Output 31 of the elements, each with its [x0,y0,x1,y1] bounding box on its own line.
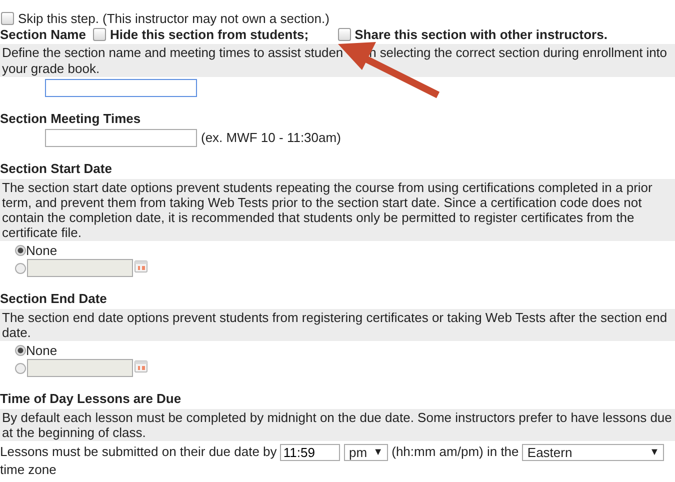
radio-button[interactable] [15,344,26,356]
time-field[interactable]: 11:59 [280,444,340,462]
radio-label: None [26,342,58,358]
checkbox[interactable] [92,28,106,40]
radio-label: None [26,242,58,258]
description-text: your grade book. [2,61,100,76]
section-title: Section Name [0,26,86,42]
checkbox[interactable] [338,28,351,40]
sentence-text: Lessons must be submitted on their due date by [0,444,277,459]
dropdown[interactable]: Eastern ▼ [522,444,664,462]
description-text: By default each lesson must be completed by midnight on the due date. Some instructors prefer to have lessons due at the beginning of class. [1,409,673,441]
checkbox-label: Skip this step. (This instructor may not own a section.) [18,10,330,26]
meeting-times-field[interactable] [45,129,197,147]
calendar-icon[interactable] [134,359,148,373]
checkbox-label: Hide this section from students; [110,26,309,42]
section-title: Time of Day Lessons are Due [0,391,182,407]
checkbox-label: Share this section with other instructors. [354,26,608,42]
checkbox[interactable] [1,12,14,24]
dropdown[interactable]: pm ▼ [344,444,388,462]
description-text: The section end date options prevent students from registering certificates or taking Web Tests after the section end date. [1,309,668,341]
description-text: The section start date options prevent students repeating the course from using certifications completed in a prior term, and prevent them from taking Web Tests prior to the section start date. Since a certification code does not contain the completion date, it is recommended that students only be permitted to register certificates from the certificate file. [1,179,654,241]
sentence-text: time zone [0,462,56,478]
hint-text: (ex. MWF 10 - 11:30am) [201,130,341,146]
section-name-field[interactable] [45,79,197,97]
radio-button[interactable] [15,244,26,256]
sentence-text: (hh:mm am/pm) in the [392,444,519,459]
section-title: Section Start Date [0,161,113,177]
section-title: Section End Date [0,291,108,307]
calendar-icon[interactable] [134,259,148,273]
description-text: Define the section name and meeting times to assist studen [2,45,344,60]
section-title: Section Meeting Times [0,111,142,127]
